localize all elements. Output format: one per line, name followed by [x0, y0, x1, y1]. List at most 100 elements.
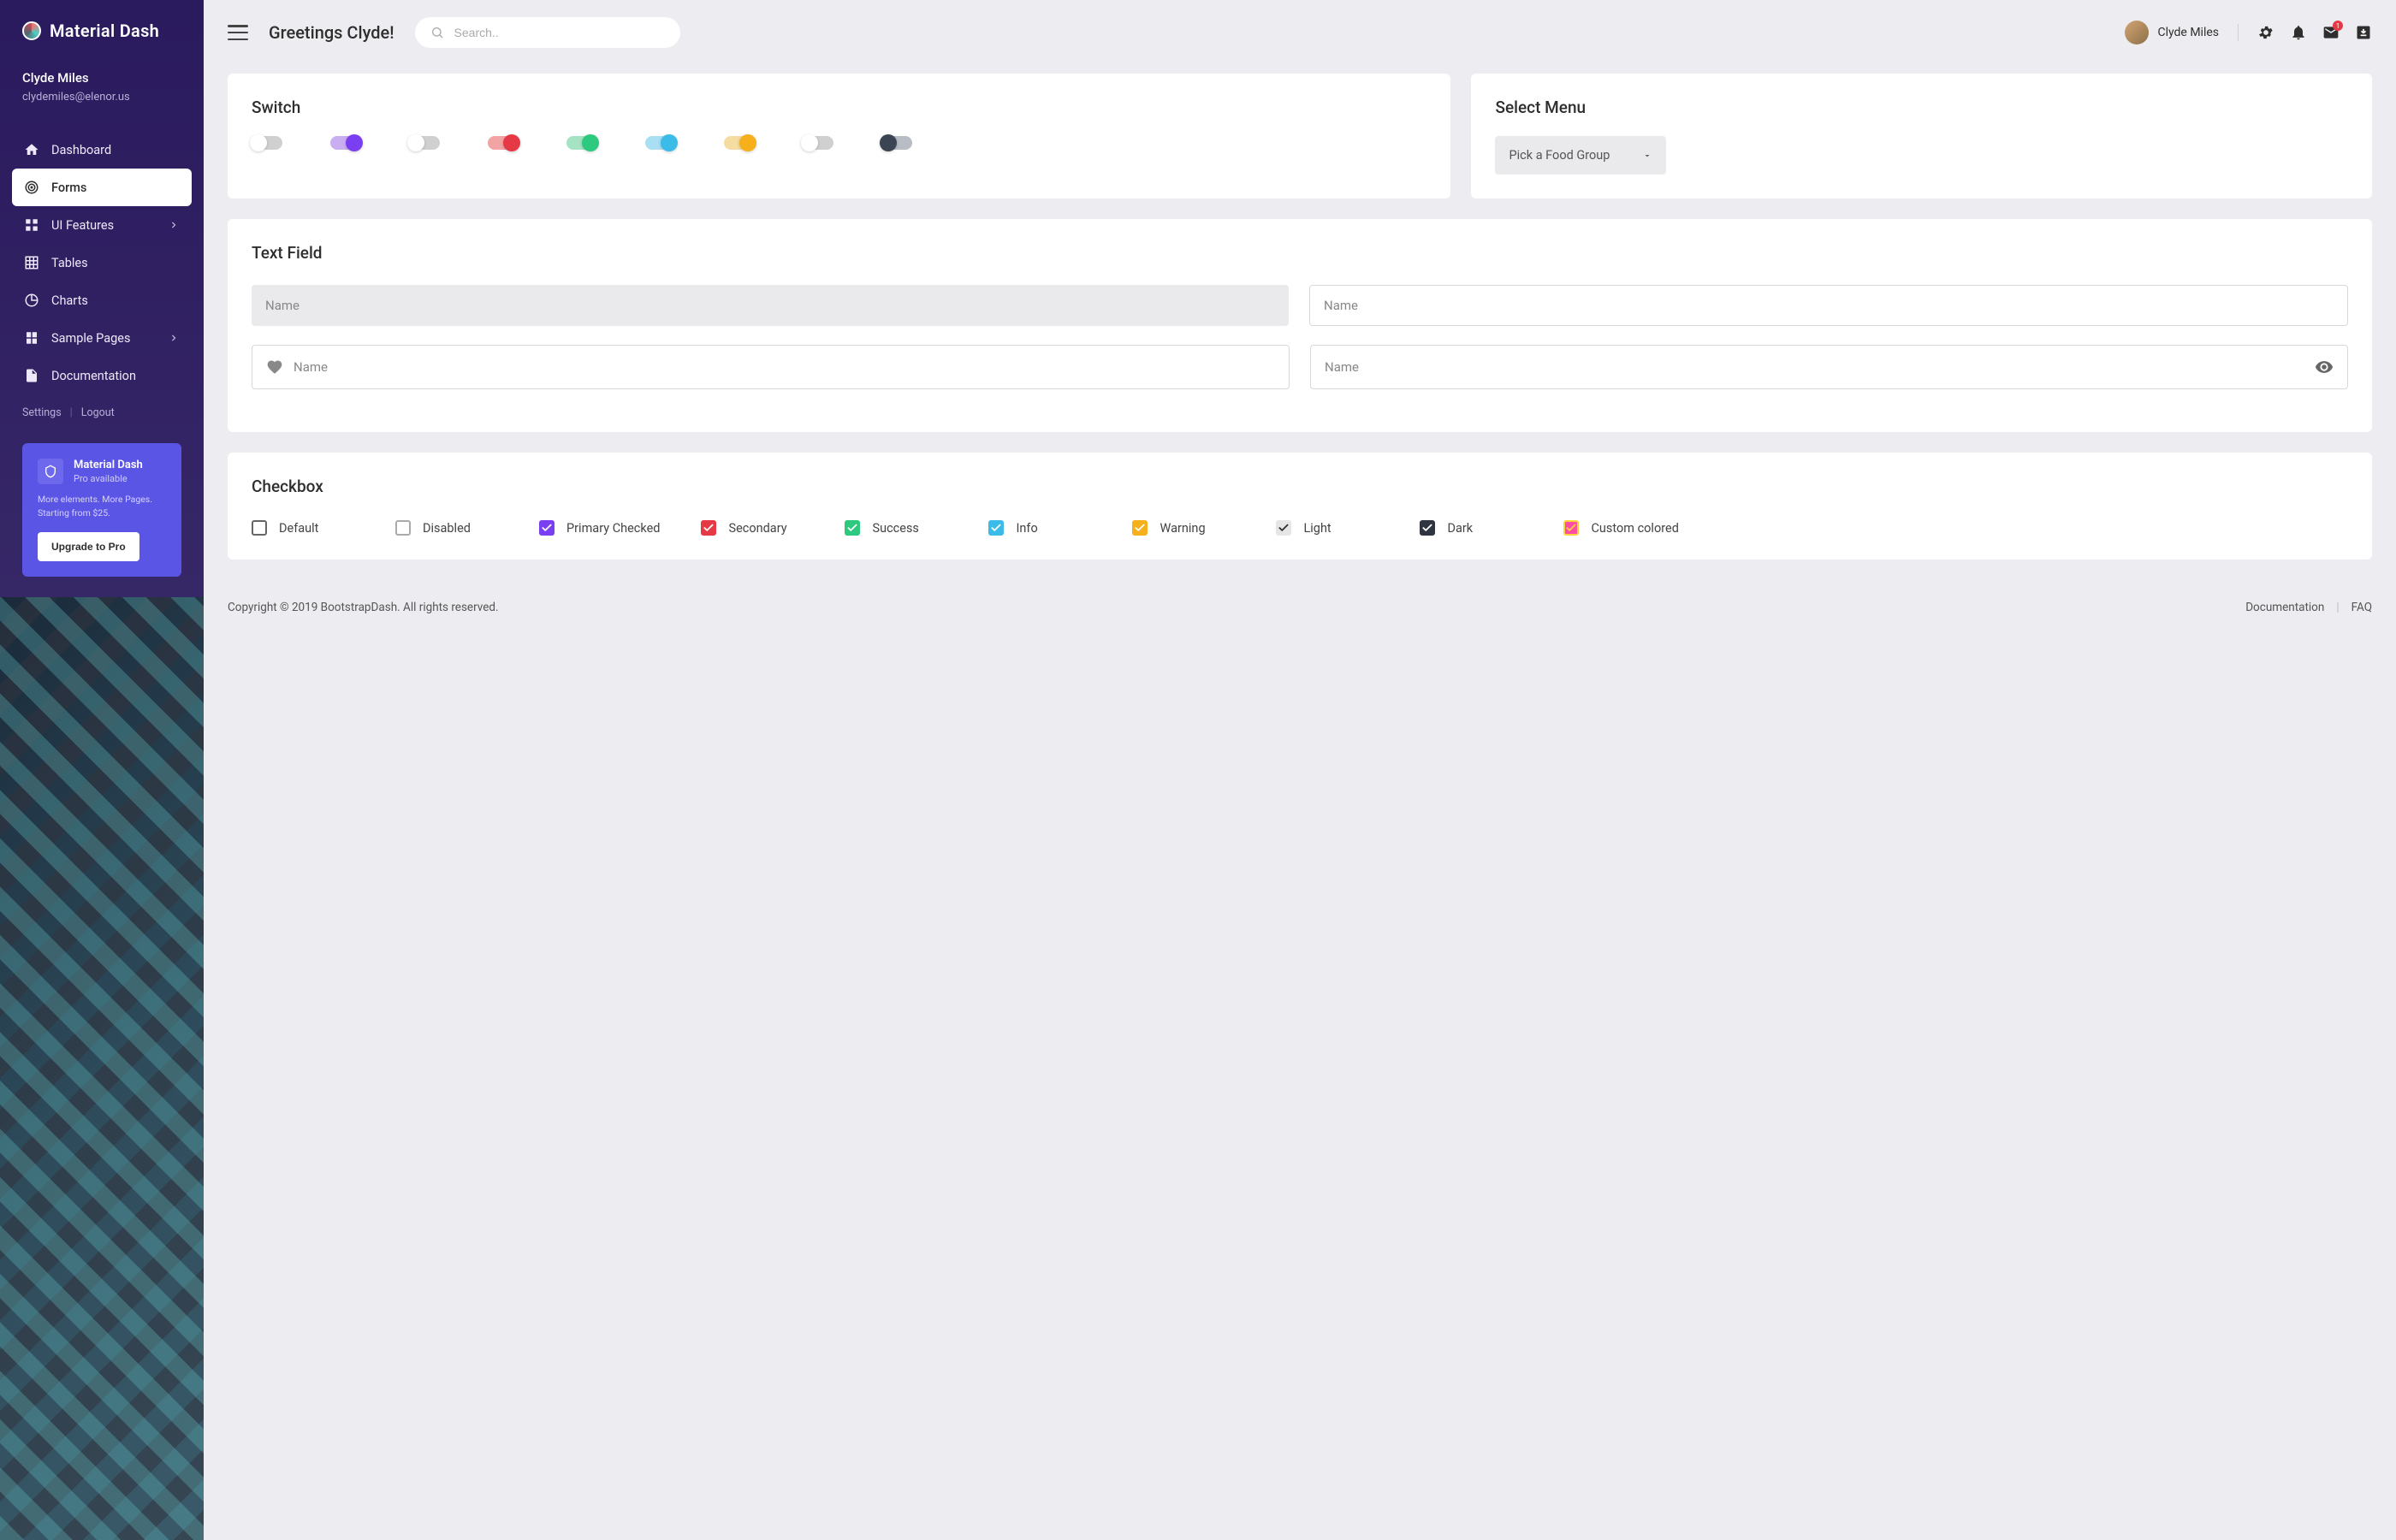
checkbox-disabled[interactable]: Disabled	[395, 520, 498, 536]
switch-toggle-4[interactable]	[566, 136, 597, 150]
checkbox-secondary[interactable]: Secondary	[701, 520, 804, 536]
topbar: Greetings Clyde! Clyde Miles 1	[204, 0, 2396, 65]
settings-link[interactable]: Settings	[22, 406, 62, 419]
checkbox-dark[interactable]: Dark	[1420, 520, 1522, 536]
chevron-right-icon	[168, 219, 180, 231]
food-group-select[interactable]: Pick a Food Group	[1495, 136, 1666, 175]
sidebar-item-dashboard[interactable]: Dashboard	[12, 131, 192, 169]
textfield-card-title: Text Field	[252, 243, 2348, 263]
name-input-filled[interactable]: Name	[252, 285, 1289, 326]
sidebar-item-label: UI Features	[51, 218, 114, 233]
footer-doc-link[interactable]: Documentation	[2245, 601, 2324, 614]
select-card-title: Select Menu	[1495, 98, 2348, 117]
main: Greetings Clyde! Clyde Miles 1	[204, 0, 2396, 1540]
footer: Copyright © 2019 BootstrapDash. All righ…	[204, 585, 2396, 623]
search-input[interactable]	[454, 26, 665, 39]
checkbox-label: Secondary	[728, 521, 786, 536]
greeting-text: Greetings Clyde!	[269, 22, 394, 43]
checkbox-light[interactable]: Light	[1276, 520, 1379, 536]
separator: |	[2336, 601, 2339, 614]
bell-icon[interactable]	[2290, 24, 2307, 41]
heart-icon	[266, 358, 283, 376]
switch-toggle-6[interactable]	[724, 136, 755, 150]
doc-icon	[24, 368, 39, 383]
sidebar-user: Clyde Miles clydemiles@elenor.us	[0, 62, 204, 119]
sidebar-item-sample-pages[interactable]: Sample Pages	[12, 319, 192, 357]
gear-icon[interactable]	[2257, 24, 2274, 41]
switch-card-title: Switch	[252, 98, 1426, 117]
name-input-outlined[interactable]: Name	[1309, 285, 2348, 326]
sidebar-item-forms[interactable]: Forms	[12, 169, 192, 206]
upgrade-button[interactable]: Upgrade to Pro	[38, 532, 139, 561]
user-chip[interactable]: Clyde Miles	[2125, 21, 2219, 44]
sidebar-item-charts[interactable]: Charts	[12, 281, 192, 319]
checkbox-card: Checkbox DefaultDisabledPrimary CheckedS…	[228, 453, 2372, 560]
home-icon	[24, 142, 39, 157]
checkbox-label: Dark	[1447, 521, 1473, 536]
name-input-leading-icon[interactable]: Name	[252, 345, 1290, 389]
menu-toggle-button[interactable]	[228, 25, 248, 40]
checkbox-box	[1563, 520, 1579, 536]
sidebar-item-label: Sample Pages	[51, 331, 130, 346]
sidebar-item-label: Dashboard	[51, 143, 111, 157]
mail-badge: 1	[2333, 21, 2343, 31]
widgets-icon	[24, 217, 39, 233]
brand[interactable]: Material Dash	[0, 0, 204, 62]
switch-card: Switch	[228, 74, 1450, 198]
footer-faq-link[interactable]: FAQ	[2352, 601, 2372, 614]
checkbox-warning[interactable]: Warning	[1132, 520, 1235, 536]
switch-toggle-5[interactable]	[645, 136, 676, 150]
checkbox-label: Light	[1303, 521, 1331, 536]
switch-toggle-1[interactable]	[330, 136, 361, 150]
checkbox-label: Success	[872, 521, 918, 536]
checkbox-success[interactable]: Success	[845, 520, 947, 536]
checkbox-box	[1132, 520, 1148, 536]
eye-icon[interactable]	[2315, 358, 2334, 376]
switch-toggle-8[interactable]	[881, 136, 912, 150]
checkbox-box	[1276, 520, 1291, 536]
sidebar-user-name: Clyde Miles	[22, 70, 181, 86]
checkbox-box	[845, 520, 860, 536]
select-card: Select Menu Pick a Food Group	[1471, 74, 2372, 198]
pie-icon	[24, 293, 39, 308]
brand-logo-icon	[22, 21, 41, 40]
checkbox-default[interactable]: Default	[252, 520, 354, 536]
sidebar-item-tables[interactable]: Tables	[12, 244, 192, 281]
sidebar-decorative-image	[0, 597, 204, 1540]
checkbox-primary-checked[interactable]: Primary Checked	[539, 520, 660, 536]
download-icon[interactable]	[2355, 24, 2372, 41]
switch-toggle-2[interactable]	[409, 136, 440, 150]
checkbox-box	[539, 520, 555, 536]
footer-copyright: Copyright © 2019 BootstrapDash. All righ…	[228, 601, 499, 614]
checkbox-info[interactable]: Info	[988, 520, 1091, 536]
dropdown-icon	[1642, 151, 1652, 161]
select-value: Pick a Food Group	[1509, 148, 1610, 163]
grid-icon	[24, 255, 39, 270]
sidebar-item-label: Tables	[51, 256, 88, 270]
checkbox-label: Warning	[1159, 521, 1205, 536]
tf-placeholder: Name	[1324, 298, 1358, 313]
sidebar-item-label: Charts	[51, 293, 88, 308]
sidebar: Material Dash Clyde Miles clydemiles@ele…	[0, 0, 204, 1540]
checkbox-label: Custom colored	[1591, 521, 1678, 536]
checkbox-custom-colored[interactable]: Custom colored	[1563, 520, 1678, 536]
checkbox-label: Disabled	[423, 521, 471, 536]
name-input-trailing-icon[interactable]: Name	[1310, 345, 2348, 389]
switch-toggle-0[interactable]	[252, 136, 282, 150]
sidebar-item-ui-features[interactable]: UI Features	[12, 206, 192, 244]
switch-toggle-3[interactable]	[488, 136, 519, 150]
sidebar-nav: Dashboard Forms UI Features Tables Chart…	[0, 119, 204, 401]
promo-subtitle: Pro available	[74, 473, 143, 484]
search-field[interactable]	[415, 17, 680, 48]
checkbox-label: Default	[279, 521, 318, 536]
checkbox-label: Info	[1016, 521, 1037, 536]
mail-icon[interactable]: 1	[2322, 24, 2340, 41]
textfield-card: Text Field Name Name Name Name	[228, 219, 2372, 432]
promo-desc-1: More elements. More Pages.	[38, 493, 166, 506]
sidebar-item-label: Documentation	[51, 369, 136, 383]
sidebar-item-documentation[interactable]: Documentation	[12, 357, 192, 394]
checkbox-box	[395, 520, 411, 536]
tf-placeholder: Name	[1325, 359, 1359, 375]
logout-link[interactable]: Logout	[81, 406, 115, 419]
switch-toggle-7[interactable]	[803, 136, 833, 150]
